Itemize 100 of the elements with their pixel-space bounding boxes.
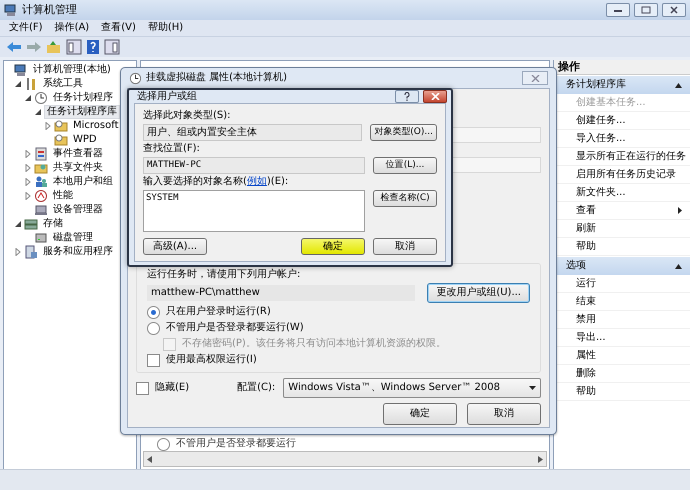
tools-icon [24,77,38,91]
configure-dropdown[interactable]: Windows Vista™、Windows Server™ 2008 [283,378,541,398]
location-label: 查找位置(F): [143,143,201,155]
question-mark-icon [404,92,410,101]
menu-item[interactable]: 操作(A) [50,22,94,34]
maximize-icon [641,6,651,14]
advanced-button[interactable]: 高级(A)... [143,238,207,255]
clock-icon [34,91,48,105]
close-icon [669,6,679,14]
tree-item[interactable]: 计算机管理(本地) [30,63,114,77]
tree-item[interactable]: 设备管理器 [50,203,106,217]
minimize-button[interactable] [606,3,630,17]
collapse-icon[interactable] [14,80,22,88]
actions-section-header[interactable]: 务计划程序库 [554,76,690,94]
menu-item[interactable]: 查看(V) [96,22,141,34]
task-folder-icon [54,119,68,133]
collapse-icon[interactable] [34,108,42,116]
expand-icon[interactable] [24,192,32,200]
dialog-title: 选择用户或组 [137,90,197,102]
account-field: matthew-PC\matthew [147,285,416,301]
dropdown-arrow-icon [529,386,536,390]
scroll-right-icon[interactable] [538,456,543,462]
help-button[interactable] [395,90,419,103]
tree-item[interactable]: 共享文件夹 [50,161,106,175]
close-button[interactable] [662,3,686,17]
menu-item[interactable]: 帮助(H) [142,22,188,34]
tree-item[interactable]: 事件查看器 [50,147,106,161]
collapse-icon[interactable] [675,264,682,268]
location-field: MATTHEW-PC [143,157,365,174]
users-icon [34,175,48,189]
configure-label: 配置(C): [237,382,276,394]
tree-item[interactable]: Microsoft [70,119,122,133]
change-user-button[interactable]: 更改用户或组(U)... [427,283,530,303]
radio-button[interactable] [157,438,170,450]
check-names-button[interactable]: 检查名称(C) [373,190,437,207]
tree-item[interactable]: 任务计划程序 [50,91,116,105]
expand-icon[interactable] [24,178,32,186]
checkbox-label: 不存储密码(P)。该任务将只有访问本地计算机资源的权限。 [182,338,446,350]
performance-icon [34,189,48,203]
object-type-field: 用户、组或内置安全主体 [143,124,362,141]
dialog-button[interactable]: 确定 [383,403,457,425]
clock-icon [129,72,142,84]
scroll-left-icon[interactable] [147,456,152,462]
expand-icon[interactable] [44,122,52,130]
minimize-icon [613,7,623,13]
maximize-button[interactable] [634,3,658,17]
tree-item[interactable]: 性能 [50,189,76,203]
expand-icon[interactable] [24,150,32,158]
tree-item[interactable]: 存储 [40,217,66,231]
expand-icon[interactable] [24,164,32,172]
tree-item[interactable]: 本地用户和组 [50,175,116,189]
object-type-label: 选择此对象类型(S): [143,110,232,122]
tree-item[interactable]: 系统工具 [40,77,86,91]
ok-button[interactable]: 确定 [301,238,365,255]
pane-icon[interactable] [66,39,82,55]
services-icon [24,245,38,259]
tree-item[interactable]: WPD [70,133,100,147]
collapse-icon[interactable] [24,94,32,102]
checkbox-label: 隐藏(E) [155,382,190,394]
radio-label: 不管用户是否登录都要运行(W) [166,322,304,334]
checkbox-label: 使用最高权限运行(I) [166,354,257,366]
radio-button[interactable] [147,322,160,334]
window-title: 计算机管理 [22,3,78,17]
tree-item[interactable]: 服务和应用程序 [40,245,116,259]
radio-label: 只在用户登录时运行(R) [166,306,271,318]
examples-link[interactable]: 例如 [246,176,267,187]
object-names-label: 输入要选择的对象名称(例如)(E): [143,176,290,188]
account-label: 运行任务时，请使用下列用户帐户: [147,269,302,281]
dialog-button[interactable]: 取消 [467,403,541,425]
back-icon[interactable] [6,40,22,54]
dialog-title: 挂载虚拟磁盘 属性(本地计算机) [146,72,287,84]
object-names-field[interactable]: SYSTEM [143,190,365,232]
computer-icon [14,63,28,77]
tree-item[interactable]: 磁盘管理 [50,231,96,245]
task-option-label: 不管用户是否登录都要运行 [176,438,296,450]
object-types-button[interactable]: 对象类型(O)... [370,124,437,141]
close-button[interactable] [423,90,447,103]
pane-icon[interactable] [104,39,120,55]
locations-button[interactable]: 位置(L)... [373,157,437,174]
collapse-icon[interactable] [675,82,682,88]
storage-icon [24,217,38,231]
device-icon [34,203,48,217]
submenu-arrow-icon [678,207,682,214]
close-icon [530,74,540,82]
actions-header: 操作 [554,60,690,75]
task-folder-icon [54,133,68,147]
actions-section-header[interactable]: 选项 [554,257,690,275]
collapse-icon[interactable] [14,220,22,228]
close-icon [430,93,440,100]
help-icon[interactable] [86,39,100,55]
horizontal-scrollbar[interactable] [143,451,547,467]
menu-item[interactable]: 文件(F) [4,22,48,34]
computer-icon [4,3,18,17]
checkbox[interactable] [136,382,149,394]
cancel-button[interactable]: 取消 [373,238,437,255]
checkbox[interactable] [147,354,160,366]
expand-icon[interactable] [14,248,22,256]
tree-item[interactable]: 任务计划程序库 [44,105,120,119]
radio-button[interactable] [147,306,160,318]
event-icon [34,147,48,161]
